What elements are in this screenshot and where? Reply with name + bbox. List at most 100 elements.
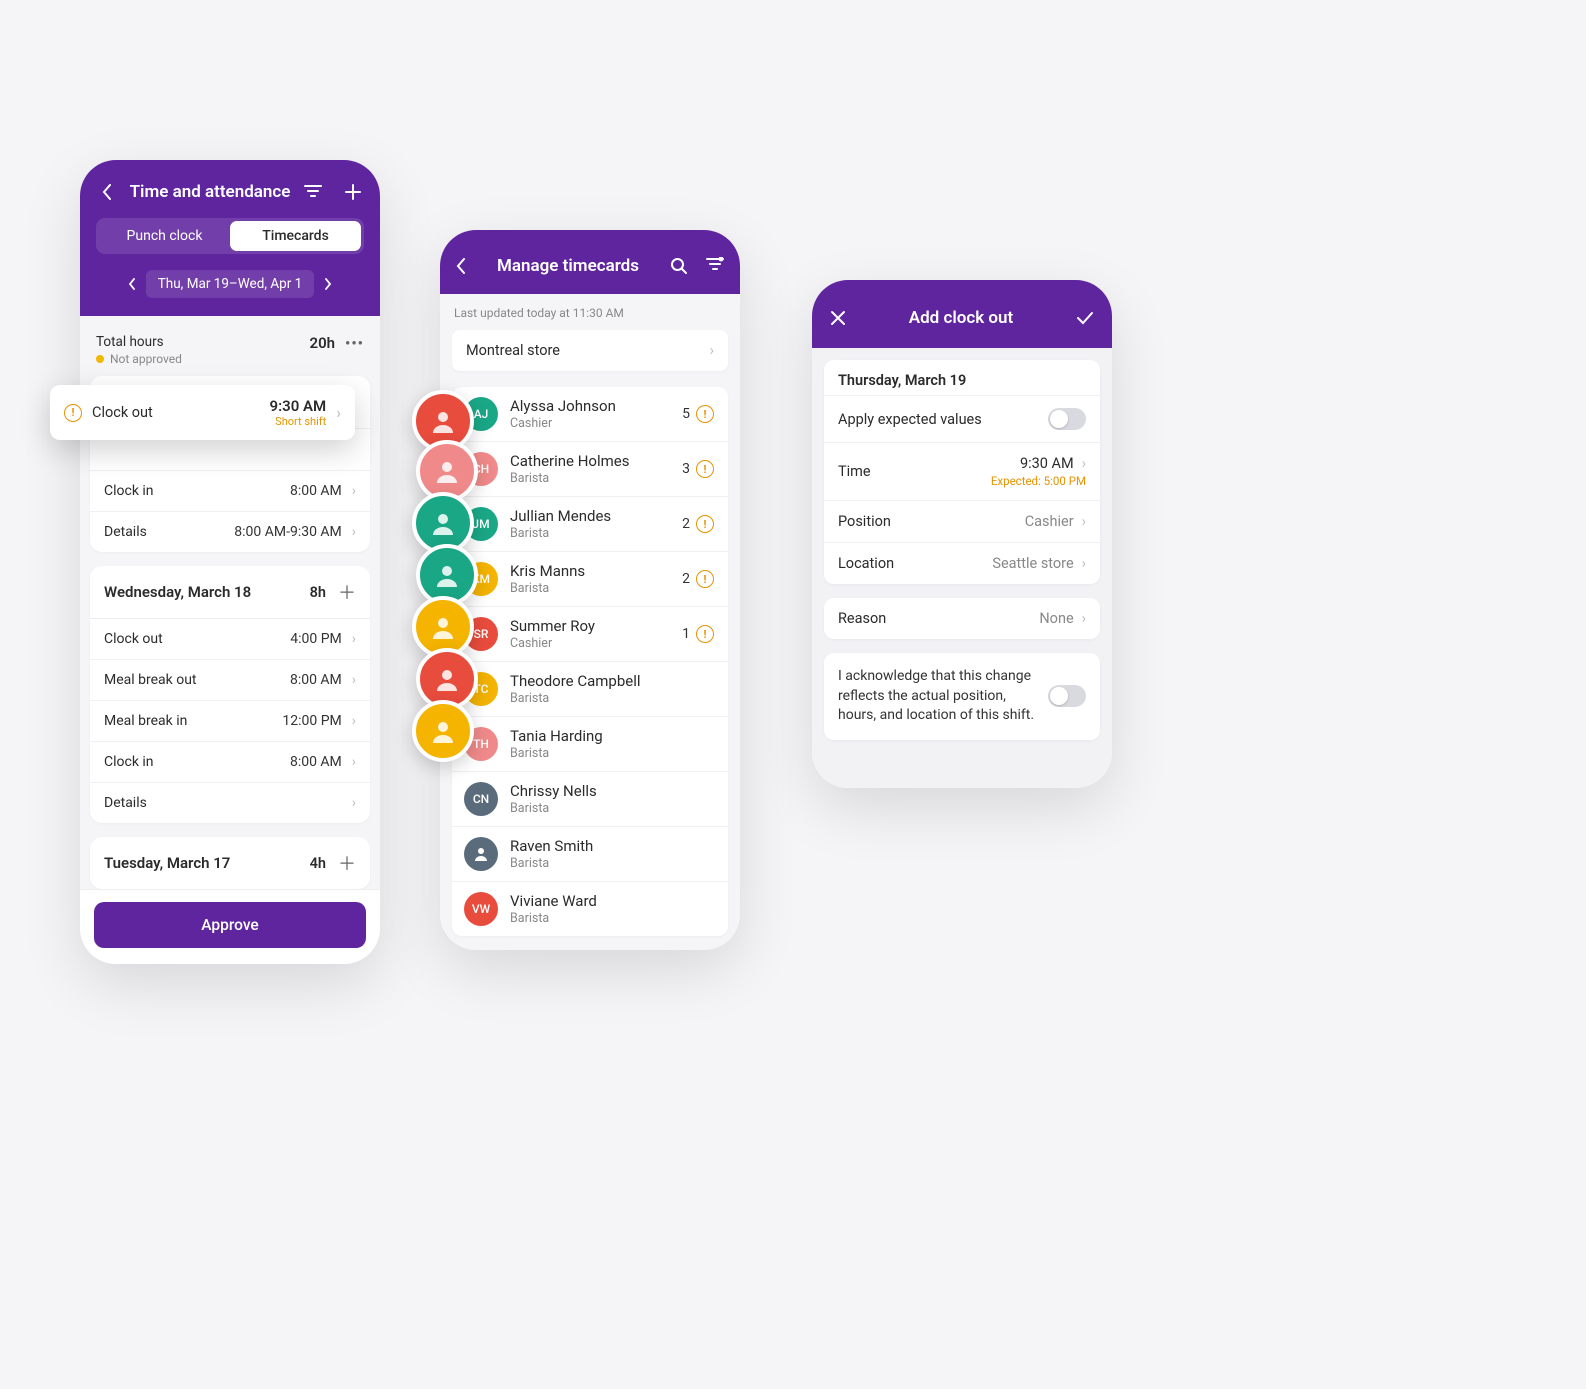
row-label: Clock in — [104, 754, 154, 770]
date-range-nav: Thu, Mar 19–Wed, Apr 1 — [96, 266, 364, 304]
employee-name: Kris Manns — [510, 562, 670, 580]
total-hours-value: 20h — [310, 334, 336, 352]
time-row[interactable]: Time 9:30 AM › Expected: 5:00 PM — [824, 442, 1100, 500]
row-value: 8:00 AM — [290, 483, 342, 499]
apply-expected-toggle[interactable] — [1048, 408, 1086, 430]
acknowledge-toggle[interactable] — [1048, 685, 1086, 707]
approve-button[interactable]: Approve — [94, 902, 366, 948]
day-card: Wednesday, March 18 8h ＋ Clock out4:00 P… — [90, 566, 370, 823]
employee-role: Cashier — [510, 636, 670, 651]
timecard-row[interactable]: Details 8:00 AM-9:30 AM › — [90, 512, 370, 552]
back-icon[interactable] — [96, 184, 118, 200]
warning-icon: ! — [696, 515, 714, 533]
employee-row[interactable]: CNChrissy NellsBarista — [452, 772, 728, 827]
add-entry-icon[interactable]: ＋ — [338, 579, 356, 605]
expected-note: Expected: 5:00 PM — [991, 474, 1086, 488]
clock-out-popover[interactable]: ! Clock out 9:30 AM Short shift › — [50, 385, 355, 440]
issue-count: 3! — [682, 460, 714, 478]
next-period-icon[interactable] — [324, 278, 332, 290]
timecard-row[interactable]: Meal break out8:00 AM› — [90, 660, 370, 701]
page-title: Add clock out — [846, 308, 1076, 328]
row-label: Clock in — [104, 483, 154, 499]
confirm-icon[interactable] — [1076, 311, 1094, 325]
total-hours-row: Total hours Not approved 20h ••• — [80, 326, 380, 376]
employee-row[interactable]: JMJullian MendesBarista2! — [452, 497, 728, 552]
store-selector[interactable]: Montreal store › — [452, 330, 728, 371]
phone-timecards: Time and attendance Punch clock Timecard… — [80, 160, 380, 964]
tab-timecards[interactable]: Timecards — [230, 221, 361, 251]
field-value: Cashier — [1025, 513, 1074, 530]
chevron-right-icon: › — [710, 342, 714, 359]
header: Time and attendance Punch clock Timecard… — [80, 160, 380, 316]
employee-role: Barista — [510, 471, 670, 486]
employee-row[interactable]: Raven SmithBarista — [452, 827, 728, 882]
avatar-bubble — [412, 700, 474, 762]
popover-label: Clock out — [92, 404, 260, 421]
add-entry-icon[interactable]: ＋ — [338, 850, 356, 876]
employee-role: Barista — [510, 911, 714, 926]
last-updated: Last updated today at 11:30 AM — [452, 304, 728, 330]
chevron-right-icon: › — [352, 524, 356, 540]
timecard-row[interactable]: Clock in8:00 AM› — [90, 742, 370, 783]
row-value: 8:00 AM — [290, 672, 342, 688]
avatar — [464, 837, 498, 871]
employee-name: Summer Roy — [510, 617, 670, 635]
more-icon[interactable]: ••• — [345, 334, 364, 352]
reason-row[interactable]: Reason None› — [824, 598, 1100, 639]
issue-count: 2! — [682, 515, 714, 533]
warning-icon: ! — [696, 570, 714, 588]
add-icon[interactable] — [342, 184, 364, 200]
employee-row[interactable]: THTania HardingBarista — [452, 717, 728, 772]
reason-block: Reason None› — [824, 598, 1100, 639]
employee-name: Catherine Holmes — [510, 452, 670, 470]
segment-control: Punch clock Timecards — [96, 218, 364, 254]
avatar: CN — [464, 782, 498, 816]
row-value: 8:00 AM-9:30 AM — [234, 524, 342, 540]
location-row[interactable]: Location Seattle store› — [824, 542, 1100, 584]
row-value: 4:00 PM — [290, 631, 342, 647]
employee-row[interactable]: SRSummer RoyCashier1! — [452, 607, 728, 662]
day-total: 4h — [310, 855, 326, 872]
employee-name: Theodore Campbell — [510, 672, 714, 690]
employee-row[interactable]: CHCatherine HolmesBarista3! — [452, 442, 728, 497]
close-icon[interactable] — [830, 310, 846, 326]
apply-expected-label: Apply expected values — [838, 411, 982, 428]
chevron-right-icon: › — [1082, 610, 1086, 627]
date-range[interactable]: Thu, Mar 19–Wed, Apr 1 — [146, 270, 314, 298]
filter-icon[interactable] — [302, 184, 324, 200]
back-icon[interactable] — [456, 258, 466, 274]
chevron-right-icon: › — [352, 483, 356, 499]
warning-icon: ! — [696, 460, 714, 478]
position-row[interactable]: Position Cashier› — [824, 500, 1100, 542]
employee-row[interactable]: AJAlyssa JohnsonCashier5! — [452, 387, 728, 442]
row-label: Details — [104, 524, 147, 540]
day-label: Wednesday, March 18 — [104, 583, 251, 601]
approval-status: Not approved — [110, 352, 182, 366]
issue-count: 2! — [682, 570, 714, 588]
warning-icon: ! — [64, 404, 82, 422]
acknowledge-block: I acknowledge that this change reflects … — [824, 653, 1100, 740]
popover-time: 9:30 AM — [270, 397, 327, 415]
acknowledge-text: I acknowledge that this change reflects … — [838, 667, 1036, 726]
page-title: Manage timecards — [466, 256, 670, 276]
filter-icon[interactable] — [706, 257, 724, 275]
employee-name: Alyssa Johnson — [510, 397, 670, 415]
chevron-right-icon: › — [352, 631, 356, 647]
employee-row[interactable]: KMKris MannsBarista2! — [452, 552, 728, 607]
chevron-right-icon: › — [352, 672, 356, 688]
timecard-row[interactable]: Clock in 8:00 AM › — [90, 471, 370, 512]
chevron-right-icon: › — [352, 713, 356, 729]
search-icon[interactable] — [670, 257, 688, 275]
field-value: 9:30 AM — [1020, 455, 1074, 472]
warning-icon: ! — [696, 405, 714, 423]
day-total: 8h — [310, 584, 326, 601]
timecard-row[interactable]: Meal break in12:00 PM› — [90, 701, 370, 742]
employee-row[interactable]: VWViviane WardBarista — [452, 882, 728, 936]
employee-name: Tania Harding — [510, 727, 714, 745]
field-label: Position — [838, 513, 891, 530]
timecard-row[interactable]: Details› — [90, 783, 370, 823]
employee-row[interactable]: TCTheodore CampbellBarista — [452, 662, 728, 717]
tab-punch-clock[interactable]: Punch clock — [99, 221, 230, 251]
prev-period-icon[interactable] — [128, 278, 136, 290]
timecard-row[interactable]: Clock out4:00 PM› — [90, 619, 370, 660]
